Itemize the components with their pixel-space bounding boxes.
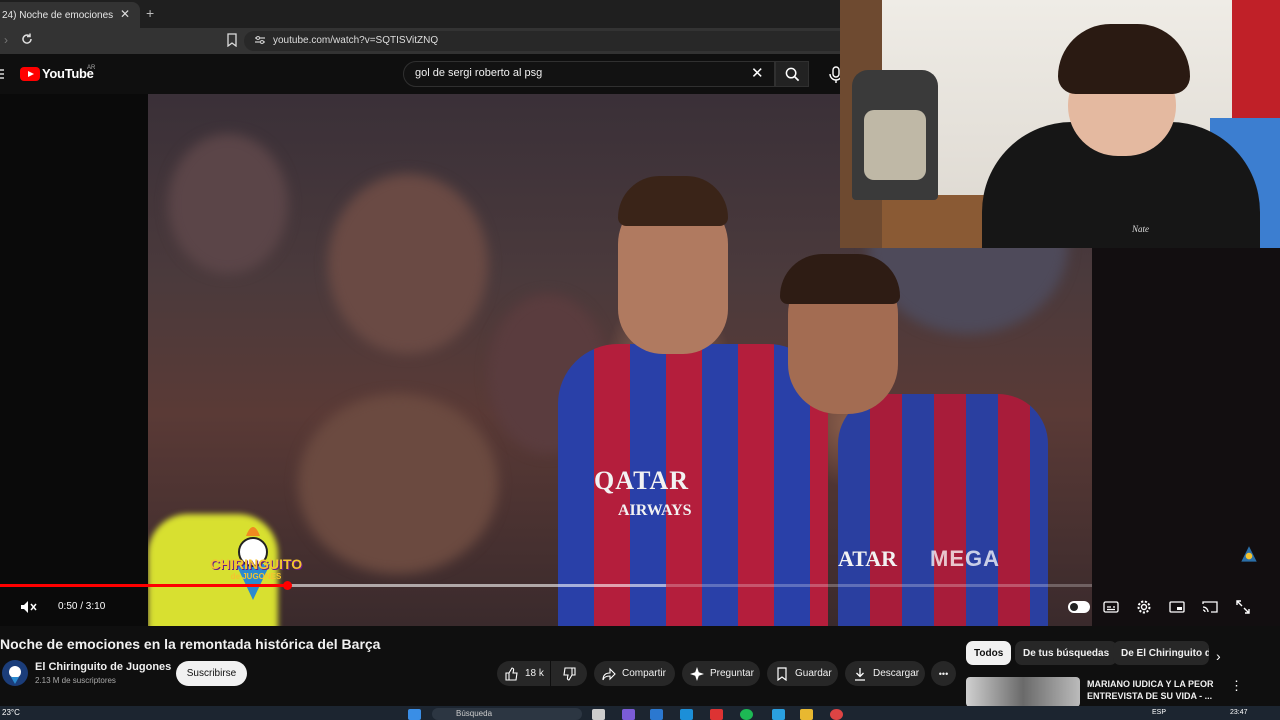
clear-search-icon[interactable]: ✕ [751, 64, 764, 82]
windows-start-icon[interactable] [408, 709, 421, 720]
player-hair [780, 254, 900, 304]
app-icon[interactable] [622, 709, 635, 720]
more-actions-button[interactable]: ••• [931, 661, 956, 686]
spotify-icon[interactable] [740, 709, 753, 720]
broadcaster-watermark: MEGA [930, 546, 1000, 571]
jersey-sponsor-subtext: AIRWAYS [618, 502, 692, 519]
download-icon [855, 667, 865, 681]
subscriber-count: 2.13 M de suscriptores [35, 676, 116, 685]
time-display: 0:50 / 3:10 [58, 601, 106, 612]
shirt-logo: Nate [1132, 224, 1149, 234]
webcam-overlay: Nate [840, 0, 1280, 248]
fullscreen-icon[interactable] [1235, 599, 1251, 615]
crowd-blur [168, 134, 288, 274]
channel-watermark-icon [1241, 546, 1257, 562]
channel-avatar[interactable] [2, 660, 28, 686]
chip-all[interactable]: Todos [966, 641, 1012, 665]
progress-played [0, 584, 287, 587]
share-button[interactable]: Compartir [594, 661, 675, 686]
folder-icon[interactable] [800, 709, 813, 720]
channel-bug-text: CHIRINGUITO [209, 556, 303, 572]
thumbs-down-icon [563, 666, 576, 681]
url-text[interactable]: youtube.com/watch?v=SQTISVitZNQ [273, 35, 438, 46]
video-letterbox-right [1092, 248, 1280, 626]
share-icon [602, 667, 616, 680]
gaming-chair-cushion [864, 110, 926, 180]
crowd-blur [328, 174, 488, 354]
browser-tab-title: 24) Noche de emociones en la [2, 9, 116, 21]
chrome-icon[interactable] [830, 709, 843, 720]
bookmark-save-icon [777, 666, 787, 681]
language-indicator[interactable]: ESP [1152, 709, 1166, 716]
reload-icon[interactable] [20, 32, 34, 46]
channel-name[interactable]: El Chiringuito de Jugones [35, 661, 171, 673]
video-letterbox-left [0, 94, 148, 626]
taskbar-clock[interactable]: 23:47 [1230, 709, 1248, 716]
channel-bug-subtext: de JUGONES [230, 572, 282, 581]
chip-from-searches[interactable]: De tus búsquedas [1015, 641, 1118, 665]
app-icon[interactable] [772, 709, 785, 720]
app-icon[interactable] [680, 709, 693, 720]
ask-button[interactable]: Preguntar [682, 661, 760, 686]
sparkle-icon [690, 666, 704, 681]
country-code: AR [87, 65, 96, 71]
search-icon [785, 67, 800, 82]
bookmark-icon[interactable] [226, 33, 238, 47]
autoplay-toggle[interactable] [1068, 601, 1090, 613]
search-query[interactable]: gol de sergi roberto al psg [415, 67, 542, 79]
close-tab-icon[interactable]: ✕ [120, 7, 130, 21]
youtube-logo-icon[interactable] [20, 67, 40, 81]
jersey-sponsor-text: QATAR [594, 466, 690, 495]
taskbar-search[interactable]: Búsqueda [432, 708, 582, 720]
like-count: 18 k [525, 668, 544, 679]
recommended-title[interactable]: MARIANO IUDICA Y LA PEOR ENTREVISTA DE S… [1087, 678, 1217, 702]
thumbs-up-icon [505, 666, 518, 681]
chevron-right-icon[interactable]: › [1216, 648, 1221, 664]
weather-widget[interactable]: 23°C [2, 708, 20, 717]
dislike-button[interactable] [551, 661, 587, 686]
subscribe-button[interactable]: Suscribirse [176, 661, 247, 686]
mute-icon[interactable] [20, 600, 38, 614]
save-button[interactable]: Guardar [767, 661, 838, 686]
search-button[interactable] [775, 61, 809, 87]
save-label: Guardar [795, 668, 832, 679]
player-hair [618, 176, 728, 226]
youtube-logo-text[interactable]: YouTube [42, 66, 94, 81]
download-button[interactable]: Descargar [845, 661, 925, 686]
ask-label: Preguntar [710, 668, 754, 679]
subtitles-icon[interactable] [1103, 599, 1119, 615]
app-icon[interactable] [710, 709, 723, 720]
jersey-sponsor-text: ATAR [838, 546, 898, 571]
like-button[interactable]: 18 k [497, 661, 550, 686]
task-view-icon[interactable] [592, 709, 605, 720]
share-label: Compartir [622, 668, 666, 679]
download-label: Descargar [873, 668, 920, 679]
recommended-thumbnail[interactable] [966, 677, 1080, 707]
scrubber-handle[interactable] [283, 581, 292, 590]
cast-icon[interactable] [1202, 599, 1218, 615]
streamer-hair [1058, 24, 1190, 94]
miniplayer-icon[interactable] [1169, 599, 1185, 615]
new-tab-button[interactable]: + [146, 5, 154, 21]
crowd-blur [298, 394, 498, 574]
recommended-more-icon[interactable]: ⋮ [1230, 678, 1243, 694]
webcam-curtain [1232, 0, 1280, 130]
forward-icon[interactable]: › [4, 33, 8, 47]
chip-from-channel[interactable]: De El Chiringuito de [1113, 641, 1209, 665]
windows-taskbar [0, 706, 1280, 720]
chiringuito-avatar-icon [9, 666, 21, 684]
browser-tab[interactable]: 24) Noche de emociones en la ✕ [0, 2, 140, 28]
app-icon[interactable] [650, 709, 663, 720]
menu-icon[interactable] [0, 69, 4, 79]
player-jersey [838, 394, 1048, 626]
video-title: Noche de emociones en la remontada histó… [0, 636, 381, 652]
site-info-icon[interactable] [254, 35, 266, 45]
settings-gear-icon[interactable] [1136, 599, 1152, 615]
